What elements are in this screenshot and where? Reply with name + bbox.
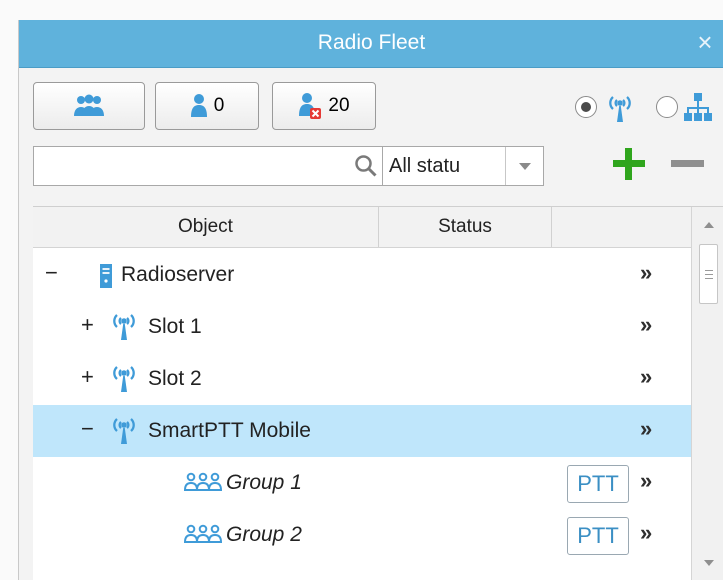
scrollbar-thumb[interactable] <box>699 244 718 304</box>
tree-row-slot-1[interactable]: + Slot 1 » <box>33 301 691 353</box>
details-chevron-icon[interactable]: » <box>640 520 652 546</box>
grip-line <box>705 270 713 271</box>
column-header-status[interactable]: Status <box>379 207 551 247</box>
grip-line <box>705 278 713 279</box>
radio-antenna-icon <box>113 366 135 392</box>
ptt-button[interactable]: PTT <box>567 465 629 503</box>
title-bar: Radio Fleet × <box>19 20 723 68</box>
chevron-down-icon[interactable] <box>505 147 543 185</box>
column-header-object[interactable]: Object <box>33 207 378 247</box>
radio-antenna-icon <box>113 418 135 444</box>
tree-row-label: Radioserver <box>121 263 235 286</box>
hierarchy-icon <box>684 93 712 121</box>
status-filter-select[interactable]: All statu <box>382 146 544 186</box>
radio-antenna-icon <box>609 96 631 122</box>
ptt-button[interactable]: PTT <box>567 517 629 555</box>
search-icon[interactable] <box>354 154 378 178</box>
online-count: 0 <box>213 95 225 116</box>
tree-row-label: SmartPTT Mobile <box>148 419 311 442</box>
radio-tree-view-option[interactable] <box>575 96 597 118</box>
vertical-scrollbar[interactable] <box>691 207 723 580</box>
offline-users-button[interactable]: 20 <box>272 82 376 130</box>
remove-icon[interactable] <box>671 160 704 167</box>
search-input[interactable] <box>40 153 340 179</box>
search-box[interactable] <box>33 146 389 186</box>
server-icon <box>100 264 112 288</box>
details-chevron-icon[interactable]: » <box>640 312 652 338</box>
object-status-grid: Object Status − Radioserver » + Slot 1 » <box>33 206 723 580</box>
radio-fleet-panel: Radio Fleet × 0 20 All statu Object Stat… <box>18 20 723 580</box>
group-users-icon <box>184 472 222 491</box>
grid-header: Object Status <box>33 207 691 248</box>
expand-toggle[interactable]: + <box>81 364 94 390</box>
tree-row-label: Group 1 <box>226 471 302 494</box>
column-header-actions <box>552 207 691 247</box>
details-chevron-icon[interactable]: » <box>640 260 652 286</box>
user-offline-icon <box>299 93 322 119</box>
tree-row-radioserver[interactable]: − Radioserver » <box>33 249 691 301</box>
window-title: Radio Fleet <box>317 31 426 54</box>
details-chevron-icon[interactable]: » <box>640 468 652 494</box>
tree-row-slot-2[interactable]: + Slot 2 » <box>33 353 691 405</box>
grip-line <box>705 274 713 275</box>
radio-antenna-icon <box>113 314 135 340</box>
online-users-button[interactable]: 0 <box>155 82 259 130</box>
groups-filter-button[interactable] <box>33 82 145 130</box>
tree-row-group-1[interactable]: Group 1 PTT » <box>33 457 691 509</box>
tree-row-label: Slot 2 <box>148 367 202 390</box>
status-filter-value: All statu <box>389 155 461 177</box>
details-chevron-icon[interactable]: » <box>640 364 652 390</box>
hierarchy-view-option[interactable] <box>656 96 678 118</box>
details-chevron-icon[interactable]: » <box>640 416 652 442</box>
tree-row-label: Group 2 <box>226 523 302 546</box>
offline-count: 20 <box>328 95 350 116</box>
tree-row-smartptt-mobile[interactable]: − SmartPTT Mobile » <box>33 405 691 457</box>
scroll-up-arrow-icon[interactable] <box>704 222 714 228</box>
user-icon <box>190 94 207 117</box>
collapse-toggle[interactable]: − <box>45 260 58 286</box>
collapse-toggle[interactable]: − <box>81 416 94 442</box>
expand-toggle[interactable]: + <box>81 312 94 338</box>
tree-row-group-2[interactable]: Group 2 PTT » <box>33 509 691 561</box>
scroll-down-arrow-icon[interactable] <box>704 560 714 566</box>
close-icon[interactable]: × <box>692 29 718 55</box>
group-users-icon <box>74 94 104 116</box>
tree-row-label: Slot 1 <box>148 315 202 338</box>
group-users-icon <box>184 524 222 543</box>
add-icon[interactable] <box>610 144 648 182</box>
